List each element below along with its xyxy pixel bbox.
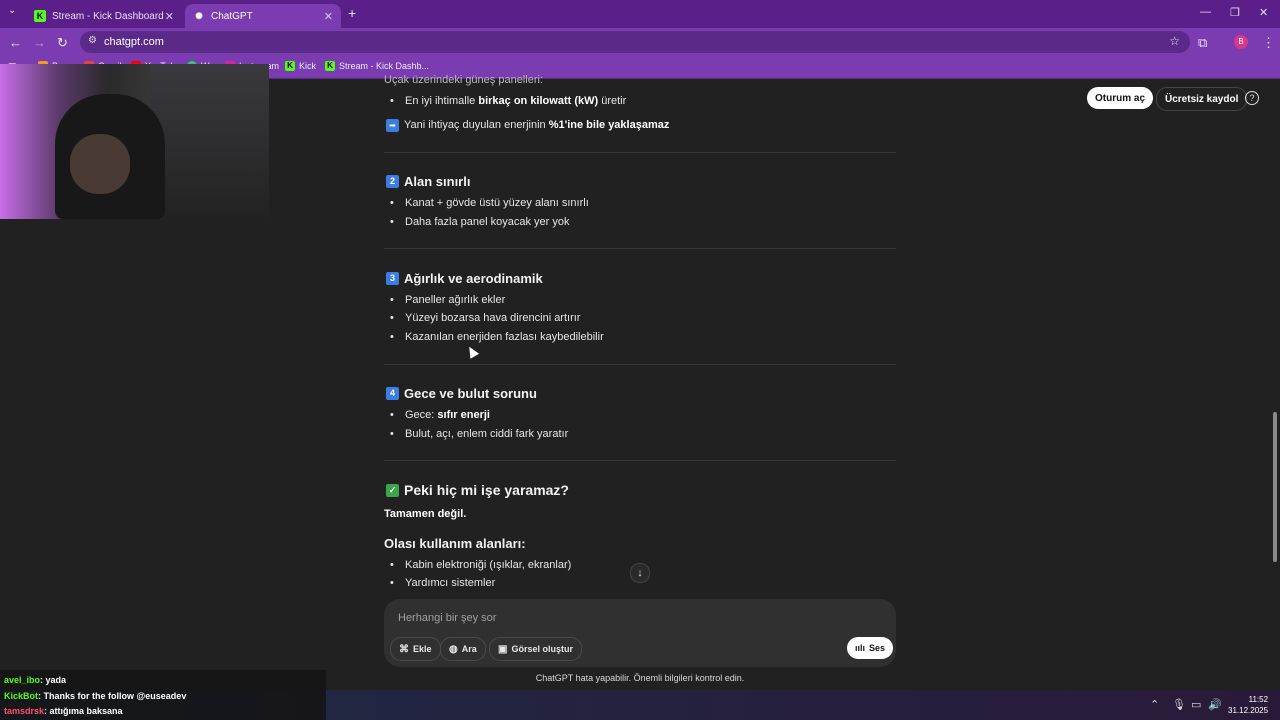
new-tab-button[interactable]: + — [348, 5, 356, 21]
bookmark-kick[interactable]: K Kick — [285, 61, 316, 71]
conclusion-line: ➡ Yani ihtiyaç duyulan enerjinin %1'ine b… — [386, 119, 669, 132]
divider — [384, 248, 896, 249]
back-icon[interactable]: ← — [9, 35, 22, 50]
url-text: chatgpt.com — [104, 36, 164, 48]
bookmark-star-icon[interactable]: ☆ — [1169, 34, 1180, 48]
webcam-overlay — [0, 64, 269, 219]
list-item: Bulut, açı, enlem ciddi fark yaratır — [390, 428, 568, 440]
volume-icon[interactable]: 🔊 — [1208, 698, 1222, 711]
message-composer: Herhangi bir şey sor ⌘ Ekle ◍ Ara ▣ Görsel … — [384, 599, 896, 667]
list-item: Paneller ağırlık ekler — [390, 294, 505, 306]
message-input[interactable]: Herhangi bir şey sor — [398, 612, 496, 624]
tab-search-icon[interactable]: ⌄ — [8, 5, 16, 16]
chatgpt-icon: ✺ — [195, 10, 203, 21]
list-item: En iyi ihtimalle birkaç on kilowatt (kW)… — [390, 95, 626, 107]
restore-button[interactable]: ❐ — [1230, 6, 1240, 19]
list-item: Yüzeyi bozarsa hava direncini artırır — [390, 312, 581, 324]
microphone-icon[interactable]: 🎙 — [1172, 698, 1186, 711]
right-arrow-icon: ➡ — [386, 119, 399, 132]
chat-message: tamsdrsk: attığıma baksana — [4, 706, 123, 716]
answer-text: Tamamen değil. — [384, 508, 467, 520]
waveform-icon: ıılı — [855, 643, 866, 653]
list-item: Kazanılan enerjiden fazlası kaybedilebil… — [390, 331, 604, 343]
scrollbar-thumb[interactable] — [1273, 412, 1277, 562]
login-button[interactable]: Oturum aç — [1087, 87, 1154, 109]
chat-message: KickBot: Thanks for the follow @euseadev — [4, 691, 187, 701]
scrollbar[interactable] — [1271, 80, 1279, 692]
network-icon[interactable]: ▭ — [1191, 698, 1201, 711]
streamer-face — [70, 134, 130, 194]
profile-avatar[interactable]: B — [1234, 35, 1248, 49]
section-heading: ✓ Peki hiç mi işe yaramaz? — [386, 482, 569, 498]
extensions-icon[interactable]: ⧉ — [1198, 35, 1207, 51]
scroll-down-button[interactable]: ↓ — [630, 563, 650, 583]
tab-chatgpt[interactable]: ✺ ChatGPT ✕ — [185, 4, 341, 28]
tab-title: ChatGPT — [211, 10, 253, 22]
number-3-icon: 3 — [386, 272, 399, 285]
cut-off-line: Uçak üzerindeki güneş panelleri: — [384, 74, 543, 86]
check-mark-icon: ✓ — [386, 483, 399, 497]
divider — [384, 364, 896, 365]
minimize-button[interactable]: — — [1200, 6, 1211, 18]
close-window-button[interactable]: ✕ — [1259, 6, 1268, 19]
kick-icon: K — [285, 61, 295, 71]
list-item: Daha fazla panel koyacak yer yok — [390, 216, 570, 228]
paperclip-icon: ⌘ — [399, 643, 409, 655]
tab-kick-dashboard[interactable]: K Stream - Kick Dashboard ✕ — [26, 4, 182, 28]
number-4-icon: 4 — [386, 387, 399, 400]
background-shelf — [150, 64, 269, 219]
reload-icon[interactable]: ↻ — [57, 35, 68, 51]
kick-icon: K — [34, 10, 46, 22]
close-tab-icon[interactable]: ✕ — [324, 10, 333, 23]
tab-title: Stream - Kick Dashboard — [52, 10, 164, 22]
system-clock[interactable]: 11:52 31.12.2025 — [1228, 694, 1268, 716]
section-heading: Olası kullanım alanları: — [384, 536, 526, 551]
list-item: Gece: sıfır enerji — [390, 409, 490, 421]
chevron-up-icon[interactable]: ⌃ — [1150, 698, 1159, 711]
section-heading: 3 Ağırlık ve aerodinamik — [386, 271, 543, 286]
menu-icon[interactable]: ⋮ — [1262, 35, 1275, 51]
tab-strip: ⌄ K Stream - Kick Dashboard ✕ ✺ ChatGPT … — [0, 0, 1280, 28]
close-tab-icon[interactable]: ✕ — [165, 10, 174, 23]
search-button[interactable]: ◍ Ara — [440, 637, 486, 661]
chat-message: avel_ibo: yada — [4, 675, 67, 685]
list-item: Kanat + gövde üstü yüzey alanı sınırlı — [390, 197, 589, 209]
divider — [384, 460, 896, 461]
stream-chat-overlay: avel_ibo: yada KickBot: Thanks for the f… — [0, 670, 326, 720]
site-info-icon[interactable]: ⚙ — [88, 35, 97, 46]
section-heading: 4 Gece ve bulut sorunu — [386, 386, 537, 401]
globe-icon: ◍ — [449, 643, 458, 655]
toolbar: ← → ↻ ⚙ chatgpt.com ☆ ⧉ B ⋮ — [0, 28, 1280, 56]
section-heading: 2 Alan sınırlı — [386, 174, 470, 189]
number-2-icon: 2 — [386, 175, 399, 188]
signup-button[interactable]: Ücretsiz kaydol — [1156, 87, 1248, 111]
help-icon[interactable]: ? — [1245, 91, 1259, 105]
address-bar[interactable]: ⚙ chatgpt.com ☆ — [80, 31, 1190, 53]
divider — [384, 152, 896, 153]
image-icon: ▣ — [498, 643, 508, 655]
create-image-button[interactable]: ▣ Görsel oluştur — [489, 637, 582, 661]
attach-button[interactable]: ⌘ Ekle — [390, 637, 441, 661]
bookmark-kick-dashboard[interactable]: K Stream - Kick Dashb... — [325, 61, 429, 71]
forward-icon[interactable]: → — [33, 35, 46, 50]
voice-button[interactable]: ıılı Ses — [847, 637, 894, 659]
kick-icon: K — [325, 61, 335, 71]
list-item: Yardımcı sistemler — [390, 577, 495, 589]
list-item: Kabin elektroniği (ışıklar, ekranlar) — [390, 559, 571, 571]
